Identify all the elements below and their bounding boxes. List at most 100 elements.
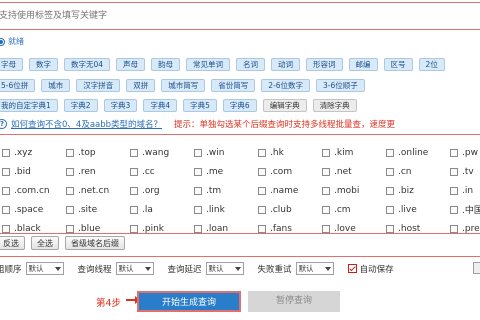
tag-dict-4[interactable]: 字典4: [143, 99, 178, 112]
checkbox[interactable]: [194, 205, 202, 214]
start-query-button[interactable]: 开始生成查询: [137, 291, 241, 312]
checkbox[interactable]: [322, 167, 330, 176]
ext-option-tm[interactable]: .tm: [194, 181, 258, 200]
tag-postcodes[interactable]: 邮编: [348, 58, 378, 71]
tag-adjectives[interactable]: 形容词: [306, 58, 343, 71]
tag-2-chars[interactable]: 2位: [418, 58, 445, 71]
tag-digits[interactable]: 数字: [29, 58, 58, 71]
ext-option-link[interactable]: .link: [194, 200, 258, 219]
ext-option-top[interactable]: .top: [66, 143, 130, 162]
checkbox[interactable]: [2, 205, 10, 214]
checkbox[interactable]: [2, 167, 10, 176]
search-input[interactable]: [0, 3, 480, 29]
tag-hanzi-pinyin[interactable]: 汉字拼音: [76, 79, 121, 92]
help-link[interactable]: 如何查询不含0、4及aabb类型的域名？: [11, 118, 162, 130]
autosave-checkbox[interactable]: [347, 264, 357, 273]
clear-dict-button[interactable]: 清除字典: [312, 99, 357, 112]
checkbox[interactable]: [130, 205, 138, 214]
checkbox[interactable]: [130, 224, 138, 233]
scroll-handle[interactable]: [473, 262, 480, 274]
checkbox[interactable]: [66, 148, 74, 157]
checkbox[interactable]: [130, 186, 138, 195]
ext-option-hk[interactable]: .hk: [258, 143, 322, 162]
ext-option-com[interactable]: .com: [258, 162, 322, 181]
checkbox[interactable]: [386, 167, 394, 176]
tag-finals[interactable]: 韵母: [151, 58, 181, 71]
ext-option-tv[interactable]: .tv: [450, 162, 480, 181]
tag-double-pinyin[interactable]: 双拼: [126, 79, 156, 92]
ext-option-pw[interactable]: .pw: [450, 143, 480, 162]
checkbox[interactable]: [386, 148, 394, 157]
ext-option-ren[interactable]: .ren: [66, 162, 130, 181]
edit-dict-button[interactable]: 编辑字典: [262, 99, 307, 112]
ext-option-fans[interactable]: .fans: [258, 219, 322, 238]
ext-option-space[interactable]: .space: [2, 200, 66, 219]
ext-option-live[interactable]: .live: [386, 200, 450, 219]
checkbox[interactable]: [2, 224, 10, 233]
checkbox[interactable]: [66, 205, 74, 214]
checkbox[interactable]: [2, 186, 10, 195]
select-all-button[interactable]: 全选: [31, 236, 59, 250]
checkbox[interactable]: [386, 205, 394, 214]
tag-cities[interactable]: 城市: [41, 79, 71, 92]
tag-area-codes[interactable]: 区号: [383, 58, 413, 71]
tag-dict-2[interactable]: 字典2: [63, 99, 98, 112]
checkbox[interactable]: [450, 224, 458, 233]
checkbox[interactable]: [322, 186, 330, 195]
checkbox[interactable]: [258, 205, 266, 214]
checkbox[interactable]: [66, 224, 74, 233]
ext-option-cn[interactable]: .cn: [386, 162, 450, 181]
ext-option-online[interactable]: .online: [386, 143, 450, 162]
ext-option-net-cn[interactable]: .net.cn: [66, 181, 130, 200]
ext-option-win[interactable]: .win: [194, 143, 258, 162]
tag-dict-5[interactable]: 字典5: [183, 99, 217, 112]
ext-option-cm[interactable]: .cm: [322, 200, 386, 219]
checkbox[interactable]: [450, 205, 458, 214]
tag-5-6-pinyin[interactable]: 5-6位拼: [0, 79, 36, 92]
checkbox[interactable]: [66, 186, 74, 195]
checkbox[interactable]: [258, 148, 266, 157]
checkbox[interactable]: [450, 186, 458, 195]
checkbox[interactable]: [194, 224, 202, 233]
checkbox[interactable]: [194, 186, 202, 195]
ext-option-biz[interactable]: .biz: [386, 181, 450, 200]
retry-select[interactable]: 默认: [295, 262, 334, 275]
checkbox[interactable]: [386, 186, 394, 195]
ext-option-bid[interactable]: .bid: [2, 162, 66, 181]
province-suffix-button[interactable]: 省级域名后缀: [65, 236, 125, 250]
tag-initials[interactable]: 声母: [116, 58, 146, 71]
tag-nouns[interactable]: 名词: [236, 58, 266, 71]
checkbox[interactable]: [258, 186, 266, 195]
order-select[interactable]: 默认: [25, 262, 64, 275]
tag-letters[interactable]: 字母: [0, 58, 23, 71]
ext-option-club[interactable]: .club: [258, 200, 322, 219]
ext-option-com-cn[interactable]: .com.cn: [2, 181, 66, 200]
checkbox[interactable]: [450, 148, 458, 157]
delay-select[interactable]: 默认: [205, 262, 244, 275]
checkbox[interactable]: [66, 167, 74, 176]
ext-option-love[interactable]: .love: [322, 219, 386, 238]
tag-3-6-sequence[interactable]: 3-6位顺子: [316, 79, 365, 92]
ext-option-site[interactable]: .site: [66, 200, 130, 219]
tag-common-words[interactable]: 常见单词: [186, 58, 231, 71]
invert-selection-button[interactable]: 反选: [0, 236, 25, 250]
ext-option-me[interactable]: .me: [194, 162, 258, 181]
checkbox[interactable]: [258, 224, 266, 233]
tag-dict-3[interactable]: 字典3: [103, 99, 138, 112]
ext-option-cc[interactable]: .cc: [130, 162, 194, 181]
checkbox[interactable]: [130, 148, 138, 157]
tag-province-abbr[interactable]: 省份简写: [211, 79, 256, 92]
ext-option-kim[interactable]: .kim: [322, 143, 386, 162]
tag-custom-dict-1[interactable]: 我的自定字典1: [0, 99, 58, 112]
ext-option-in[interactable]: .in: [450, 181, 480, 200]
ext-option-press[interactable]: .pres: [450, 219, 480, 238]
search-box[interactable]: [0, 2, 480, 30]
pause-query-button[interactable]: 暂停查询: [248, 291, 340, 312]
checkbox[interactable]: [194, 148, 202, 157]
ext-option-xyz[interactable]: .xyz: [2, 143, 66, 162]
ext-option-org[interactable]: .org: [130, 181, 194, 200]
tag-city-abbr[interactable]: 城市简写: [161, 79, 206, 92]
ext-option-la[interactable]: .la: [130, 200, 194, 219]
autosave-toggle[interactable]: 自动保存: [347, 263, 398, 275]
tag-verbs[interactable]: 动词: [271, 58, 301, 71]
